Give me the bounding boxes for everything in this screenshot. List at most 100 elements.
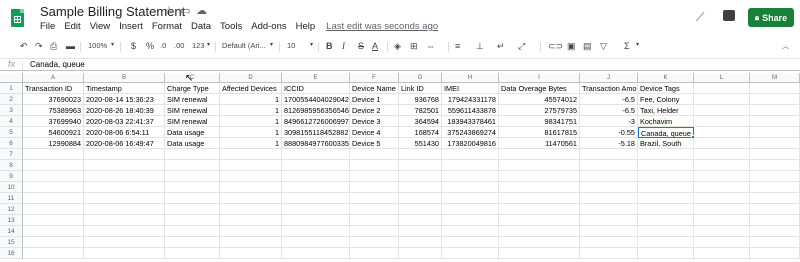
font-dropdown-icon[interactable]: ▾ bbox=[270, 41, 273, 48]
header-cell[interactable]: Transaction Amo bbox=[580, 83, 638, 94]
empty-cell[interactable] bbox=[399, 193, 442, 204]
last-edit-link[interactable]: Last edit was seconds ago bbox=[326, 21, 438, 32]
empty-cell[interactable] bbox=[282, 226, 350, 237]
table-cell[interactable]: 1 bbox=[220, 94, 282, 105]
empty-cell[interactable] bbox=[399, 215, 442, 226]
empty-cell[interactable] bbox=[750, 149, 800, 160]
empty-cell[interactable] bbox=[750, 83, 800, 94]
column-header-a[interactable]: A bbox=[23, 73, 84, 83]
strikethrough-button[interactable]: S bbox=[358, 41, 364, 51]
column-header-h[interactable]: H bbox=[442, 73, 499, 83]
empty-cell[interactable] bbox=[350, 149, 399, 160]
selected-cell[interactable]: Canada, queue bbox=[638, 127, 694, 138]
table-cell[interactable]: -3 bbox=[580, 116, 638, 127]
header-cell[interactable]: Device Name bbox=[350, 83, 399, 94]
table-cell[interactable]: 3098155118452882 bbox=[282, 127, 350, 138]
italic-button[interactable]: I bbox=[342, 41, 345, 51]
empty-cell[interactable] bbox=[499, 149, 580, 160]
row-header-13[interactable]: 13 bbox=[0, 215, 23, 226]
empty-cell[interactable] bbox=[84, 248, 165, 259]
empty-cell[interactable] bbox=[442, 226, 499, 237]
table-cell[interactable]: 551430 bbox=[399, 138, 442, 149]
header-cell[interactable]: Charge Type bbox=[165, 83, 220, 94]
empty-cell[interactable] bbox=[350, 171, 399, 182]
empty-cell[interactable] bbox=[580, 160, 638, 171]
table-cell[interactable]: 8880984977600335 bbox=[282, 138, 350, 149]
table-cell[interactable]: 37699940 bbox=[23, 116, 84, 127]
row-header-6[interactable]: 6 bbox=[0, 138, 23, 149]
table-cell[interactable]: 1 bbox=[220, 127, 282, 138]
table-cell[interactable]: 98341751 bbox=[499, 116, 580, 127]
empty-cell[interactable] bbox=[499, 226, 580, 237]
empty-cell[interactable] bbox=[220, 215, 282, 226]
paint-format-icon[interactable]: ▬ bbox=[66, 41, 75, 51]
empty-cell[interactable] bbox=[580, 149, 638, 160]
empty-cell[interactable] bbox=[638, 204, 694, 215]
empty-cell[interactable] bbox=[442, 237, 499, 248]
header-cell[interactable]: Transaction ID bbox=[23, 83, 84, 94]
table-cell[interactable]: 2020-08-14 15:36:23 bbox=[84, 94, 165, 105]
menu-addons[interactable]: Add-ons bbox=[251, 21, 286, 32]
empty-cell[interactable] bbox=[638, 226, 694, 237]
empty-cell[interactable] bbox=[23, 160, 84, 171]
empty-cell[interactable] bbox=[580, 171, 638, 182]
empty-cell[interactable] bbox=[499, 204, 580, 215]
empty-cell[interactable] bbox=[84, 149, 165, 160]
merge-cells-icon[interactable]: ⇔ bbox=[426, 41, 435, 51]
empty-cell[interactable] bbox=[750, 193, 800, 204]
empty-cell[interactable] bbox=[23, 226, 84, 237]
empty-cell[interactable] bbox=[694, 105, 750, 116]
functions-button[interactable]: Σ bbox=[624, 41, 630, 51]
table-cell[interactable]: 2020-08-26 18:40:39 bbox=[84, 105, 165, 116]
empty-cell[interactable] bbox=[442, 182, 499, 193]
empty-cell[interactable] bbox=[350, 204, 399, 215]
header-cell[interactable]: ICCID bbox=[282, 83, 350, 94]
empty-cell[interactable] bbox=[638, 237, 694, 248]
empty-cell[interactable] bbox=[282, 182, 350, 193]
empty-cell[interactable] bbox=[165, 237, 220, 248]
empty-cell[interactable] bbox=[442, 215, 499, 226]
row-header-10[interactable]: 10 bbox=[0, 182, 23, 193]
table-cell[interactable]: 1 bbox=[220, 138, 282, 149]
empty-cell[interactable] bbox=[499, 193, 580, 204]
empty-cell[interactable] bbox=[23, 237, 84, 248]
vertical-align-icon[interactable]: ⊥ bbox=[476, 41, 484, 52]
redo-icon[interactable]: ↷ bbox=[35, 41, 43, 52]
table-cell[interactable]: Device 3 bbox=[350, 116, 399, 127]
table-cell[interactable]: 81617815 bbox=[499, 127, 580, 138]
functions-dropdown-icon[interactable]: ▾ bbox=[636, 41, 639, 48]
font-family-select[interactable]: Default (Ari... bbox=[222, 41, 266, 50]
select-all-corner[interactable] bbox=[0, 73, 23, 83]
table-cell[interactable]: 27579735 bbox=[499, 105, 580, 116]
menu-view[interactable]: View bbox=[90, 21, 110, 32]
empty-cell[interactable] bbox=[220, 182, 282, 193]
empty-cell[interactable] bbox=[750, 94, 800, 105]
empty-cell[interactable] bbox=[165, 248, 220, 259]
empty-cell[interactable] bbox=[399, 204, 442, 215]
table-cell[interactable]: 12990884 bbox=[23, 138, 84, 149]
empty-cell[interactable] bbox=[499, 171, 580, 182]
empty-cell[interactable] bbox=[580, 215, 638, 226]
empty-cell[interactable] bbox=[694, 138, 750, 149]
table-cell[interactable]: 2020-08-03 22:41:37 bbox=[84, 116, 165, 127]
collapse-toolbar-icon[interactable]: ︿ bbox=[782, 41, 789, 51]
empty-cell[interactable] bbox=[694, 127, 750, 138]
empty-cell[interactable] bbox=[442, 149, 499, 160]
empty-cell[interactable] bbox=[638, 215, 694, 226]
column-header-b[interactable]: B bbox=[84, 73, 165, 83]
row-header-2[interactable]: 2 bbox=[0, 94, 23, 105]
table-cell[interactable]: -6.5 bbox=[580, 105, 638, 116]
comments-icon[interactable] bbox=[723, 10, 735, 21]
table-cell[interactable]: 8496612726006997 bbox=[282, 116, 350, 127]
empty-cell[interactable] bbox=[750, 204, 800, 215]
filter-icon[interactable]: ▽ bbox=[600, 41, 607, 52]
empty-cell[interactable] bbox=[84, 160, 165, 171]
move-folder-icon[interactable]: ▭ bbox=[180, 4, 190, 17]
column-header-k[interactable]: K bbox=[638, 73, 694, 83]
empty-cell[interactable] bbox=[499, 160, 580, 171]
table-cell[interactable]: SIM renewal bbox=[165, 94, 220, 105]
table-cell[interactable]: Device 2 bbox=[350, 105, 399, 116]
empty-cell[interactable] bbox=[350, 193, 399, 204]
star-icon[interactable]: ☆ bbox=[164, 4, 174, 17]
empty-cell[interactable] bbox=[23, 193, 84, 204]
